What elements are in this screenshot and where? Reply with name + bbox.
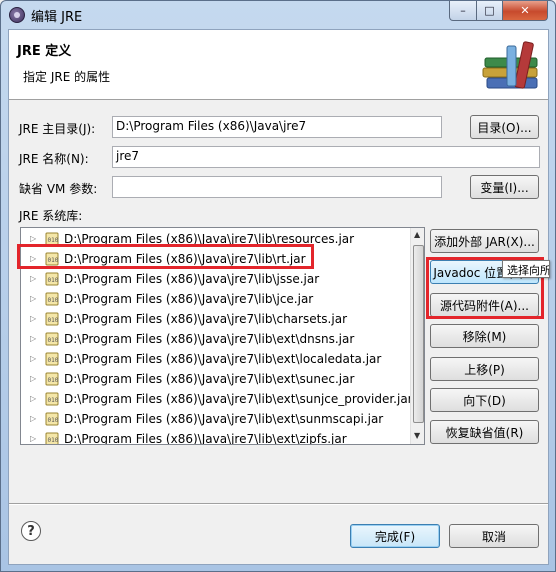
library-item[interactable]: ▷ 010 D:\Program Files (x86)\Java\jre7\l… — [21, 349, 411, 369]
add-external-jars-button[interactable]: 添加外部 JAR(X)... — [430, 229, 539, 253]
restore-default-button[interactable]: 恢复缺省值(R) — [430, 420, 539, 444]
dialog-header: JRE 定义 指定 JRE 的属性 — [9, 30, 548, 100]
jre-name-input[interactable]: jre7 — [112, 146, 540, 168]
library-item[interactable]: ▷ 010 D:\Program Files (x86)\Java\jre7\l… — [21, 389, 413, 409]
variables-button[interactable]: 变量(I)... — [470, 175, 539, 199]
jre-home-label: JRE 主目录(J): — [19, 122, 96, 136]
jar-icon: 010 — [45, 352, 59, 366]
expand-icon[interactable]: ▷ — [30, 329, 36, 349]
expand-icon[interactable]: ▷ — [30, 429, 36, 444]
svg-text:010: 010 — [48, 237, 59, 244]
library-path: D:\Program Files (x86)\Java\jre7\lib\ext… — [64, 412, 384, 426]
library-books-icon — [482, 41, 538, 89]
expand-icon[interactable]: ▷ — [30, 289, 36, 309]
close-button[interactable]: ✕ — [502, 1, 548, 21]
directory-button[interactable]: 目录(O)... — [470, 115, 539, 139]
svg-text:010: 010 — [48, 297, 59, 304]
library-item[interactable]: ▷ 010 D:\Program Files (x86)\Java\jre7\l… — [21, 369, 411, 389]
library-path: D:\Program Files (x86)\Java\jre7\lib\ext… — [64, 352, 382, 366]
library-item[interactable]: ▷ 010 D:\Program Files (x86)\Java\jre7\l… — [21, 309, 411, 329]
scroll-down-icon[interactable]: ▼ — [414, 431, 420, 440]
library-item[interactable]: ▷ 010 D:\Program Files (x86)\Java\jre7\l… — [21, 289, 411, 309]
expand-icon[interactable]: ▷ — [30, 309, 36, 329]
jar-icon: 010 — [45, 312, 59, 326]
help-icon[interactable]: ? — [21, 521, 41, 541]
move-up-button[interactable]: 上移(P) — [430, 357, 539, 381]
svg-text:010: 010 — [48, 357, 59, 364]
eclipse-icon — [9, 7, 25, 23]
expand-icon[interactable]: ▷ — [30, 369, 36, 389]
svg-text:010: 010 — [48, 337, 59, 344]
expand-icon[interactable]: ▷ — [30, 269, 36, 289]
svg-text:010: 010 — [48, 277, 59, 284]
cancel-button[interactable]: 取消 — [449, 524, 539, 548]
library-path: D:\Program Files (x86)\Java\jre7\lib\jce… — [64, 292, 314, 306]
maximize-button[interactable]: □ — [476, 1, 503, 21]
dialog-window: 编辑 JRE – □ ✕ JRE 定义 指定 JRE 的属性 JRE 主目录(J… — [0, 0, 556, 572]
highlight-box-rt-jar — [17, 244, 314, 269]
finish-button[interactable]: 完成(F) — [350, 524, 440, 548]
svg-text:010: 010 — [48, 377, 59, 384]
tooltip: 选择向所 — [502, 260, 550, 278]
svg-text:010: 010 — [48, 417, 59, 424]
jar-icon: 010 — [45, 432, 59, 444]
vm-args-input[interactable] — [112, 176, 442, 198]
jar-icon: 010 — [45, 292, 59, 306]
window-title: 编辑 JRE — [31, 10, 83, 25]
scrollbar-thumb[interactable] — [413, 245, 424, 423]
library-path: D:\Program Files (x86)\Java\jre7\lib\ext… — [64, 392, 413, 406]
header-description: 指定 JRE 的属性 — [23, 70, 111, 84]
library-path: D:\Program Files (x86)\Java\jre7\lib\jss… — [64, 272, 320, 286]
vertical-scrollbar[interactable]: ▲ ▼ — [410, 228, 424, 444]
vm-args-label: 缺省 VM 参数: — [19, 182, 98, 196]
dialog-client: JRE 定义 指定 JRE 的属性 JRE 主目录(J): D:\Program… — [8, 29, 549, 565]
library-item[interactable]: ▷ 010 D:\Program Files (x86)\Java\jre7\l… — [21, 329, 411, 349]
remove-button[interactable]: 移除(M) — [430, 324, 539, 348]
jre-name-label: JRE 名称(N): — [19, 152, 89, 166]
title-bar[interactable]: 编辑 JRE – □ ✕ — [1, 1, 555, 29]
expand-icon[interactable]: ▷ — [30, 409, 36, 429]
library-path: D:\Program Files (x86)\Java\jre7\lib\ext… — [64, 332, 355, 346]
jar-icon: 010 — [45, 332, 59, 346]
scroll-up-icon[interactable]: ▲ — [414, 230, 420, 239]
jar-icon: 010 — [45, 392, 59, 406]
svg-text:010: 010 — [48, 317, 59, 324]
svg-text:010: 010 — [48, 437, 59, 444]
footer-separator — [9, 503, 548, 505]
svg-text:010: 010 — [48, 397, 59, 404]
minimize-button[interactable]: – — [449, 1, 477, 21]
library-item[interactable]: ▷ 010 D:\Program Files (x86)\Java\jre7\l… — [21, 429, 411, 445]
header-title: JRE 定义 — [17, 44, 72, 59]
jar-icon: 010 — [45, 372, 59, 386]
jar-icon: 010 — [45, 272, 59, 286]
library-item[interactable]: ▷ 010 D:\Program Files (x86)\Java\jre7\l… — [21, 409, 411, 429]
jar-icon: 010 — [45, 412, 59, 426]
expand-icon[interactable]: ▷ — [30, 389, 36, 409]
library-path: D:\Program Files (x86)\Java\jre7\lib\ext… — [64, 432, 347, 445]
library-path: D:\Program Files (x86)\Java\jre7\lib\ext… — [64, 372, 355, 386]
expand-icon[interactable]: ▷ — [30, 349, 36, 369]
jre-home-input[interactable]: D:\Program Files (x86)\Java\jre7 — [112, 116, 442, 138]
system-libraries-label: JRE 系统库: — [19, 209, 83, 223]
library-path: D:\Program Files (x86)\Java\jre7\lib\cha… — [64, 312, 347, 326]
move-down-button[interactable]: 向下(D) — [430, 388, 539, 412]
library-item[interactable]: ▷ 010 D:\Program Files (x86)\Java\jre7\l… — [21, 269, 411, 289]
